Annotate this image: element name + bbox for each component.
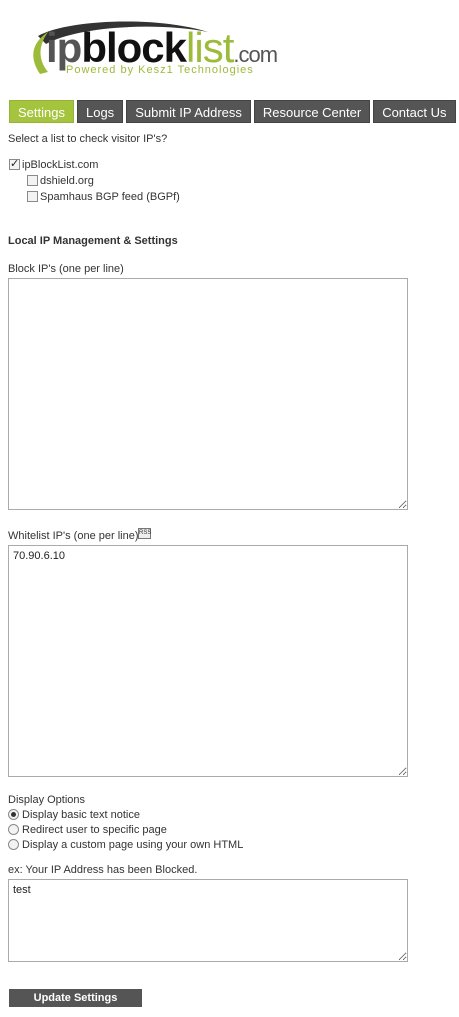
tab-resource-center[interactable]: Resource Center: [253, 100, 371, 123]
update-settings-button[interactable]: Update Settings: [9, 989, 142, 1007]
feed-icon[interactable]: RSS: [138, 528, 151, 539]
display-options-heading: Display Options: [8, 794, 86, 806]
local-ip-heading: Local IP Management & Settings: [8, 235, 178, 247]
checkbox-dshield[interactable]: [27, 175, 38, 186]
radio-redirect-label: Redirect user to specific page: [22, 824, 167, 836]
whitelist-ips-label: Whitelist IP's (one per line): [8, 530, 139, 542]
tab-settings[interactable]: Settings: [9, 100, 74, 123]
checkbox-dshield-label: dshield.org: [40, 175, 94, 187]
checkbox-ipblocklist[interactable]: [9, 157, 20, 170]
radio-basic-text[interactable]: [8, 809, 19, 820]
block-ips-label: Block IP's (one per line): [8, 263, 124, 275]
example-notice-label: ex: Your IP Address has been Blocked.: [8, 864, 198, 876]
block-ips-textarea[interactable]: [8, 278, 408, 510]
nav-tabs: Settings Logs Submit IP Address Resource…: [9, 100, 456, 123]
tab-contact-us[interactable]: Contact Us: [373, 100, 456, 123]
checkbox-ipblocklist-label: ipBlockList.com: [22, 159, 99, 171]
whitelist-ips-textarea[interactable]: 70.90.6.10: [8, 545, 408, 777]
radio-basic-text-label: Display basic text notice: [22, 809, 140, 821]
radio-custom-html[interactable]: [8, 839, 19, 850]
radio-custom-html-label: Display a custom page using your own HTM…: [22, 839, 244, 851]
notice-textarea[interactable]: test: [8, 879, 408, 962]
tab-submit-ip-address[interactable]: Submit IP Address: [126, 100, 251, 123]
tab-logs[interactable]: Logs: [76, 100, 124, 123]
checkbox-spamhaus-label: Spamhaus BGP feed (BGPf): [40, 191, 180, 203]
logo-tagline: Powered by Kesz1 Technologies: [66, 64, 254, 76]
radio-redirect[interactable]: [8, 824, 19, 835]
checkbox-spamhaus[interactable]: [27, 191, 38, 202]
list-prompt: Select a list to check visitor IP's?: [8, 133, 168, 145]
site-logo[interactable]: ipblocklist.com Powered by Kesz1 Technol…: [8, 14, 278, 84]
